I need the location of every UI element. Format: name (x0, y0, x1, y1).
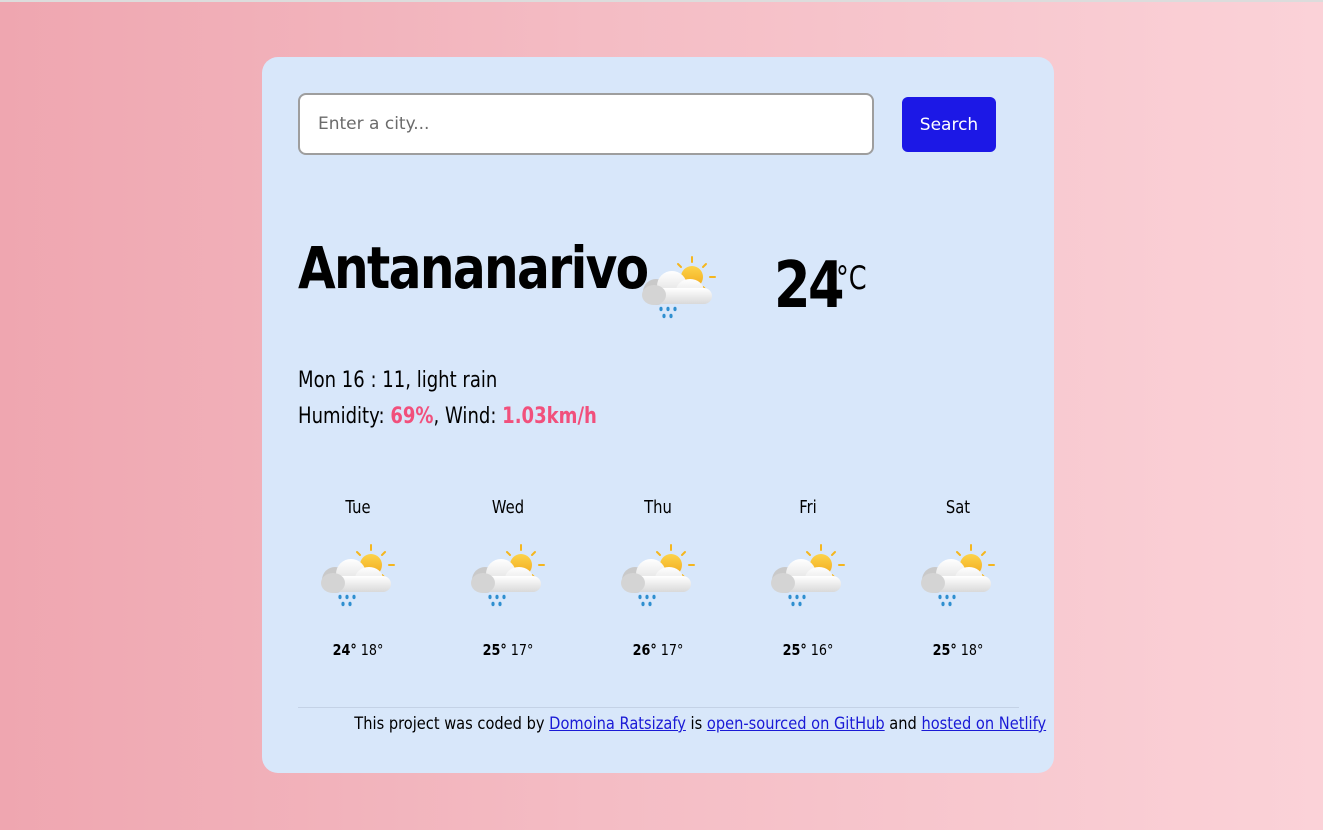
wind-value: 1.03km/h (502, 404, 597, 429)
forecast-temps: 25° 18° (907, 641, 1009, 659)
datetime-description: Mon 16 : 11, light rain (298, 368, 498, 393)
forecast-max: 26° (632, 641, 657, 659)
sun-cloud-rain-icon (769, 543, 847, 611)
forecast-day: Wed 25° 17° (448, 487, 568, 659)
current-temperature: 24 °C (774, 249, 867, 329)
humidity-label: Humidity: (298, 404, 385, 429)
city-name: Antananarivo (298, 234, 649, 302)
forecast-min: 18° (960, 641, 984, 659)
author-link[interactable]: Domoina Ratsizafy (549, 714, 686, 734)
weather-card: Search Antananarivo 24 °C Mon 16 : 11, l… (262, 57, 1054, 773)
footer-text-1: This project was coded by (354, 714, 545, 734)
search-form: Search (298, 93, 996, 155)
forecast-day: Sat 25° 18° (898, 487, 1018, 659)
forecast-temps: 26° 17° (607, 641, 709, 659)
github-link[interactable]: open-sourced on GitHub (707, 714, 885, 734)
forecast: Tue 24° 18° Wed 25° 17° Thu 26° 17° Fri … (298, 487, 1018, 677)
forecast-day: Thu 26° 17° (598, 487, 718, 659)
search-input[interactable] (298, 93, 874, 155)
forecast-day-name: Tue (345, 497, 371, 518)
forecast-day-name: Wed (491, 497, 525, 518)
temperature-value: 24 (774, 249, 845, 323)
forecast-max: 25° (782, 641, 807, 659)
forecast-temps: 25° 17° (457, 641, 559, 659)
footer-text: This project was coded by Domoina Ratsiz… (354, 710, 1046, 738)
forecast-max: 25° (932, 641, 957, 659)
forecast-max: 25° (482, 641, 507, 659)
netlify-link[interactable]: hosted on Netlify (921, 714, 1046, 734)
sun-cloud-rain-icon (319, 543, 397, 611)
forecast-day: Tue 24° 18° (298, 487, 418, 659)
datetime: Mon 16 : 11 (298, 368, 406, 393)
humidity-value: 69% (390, 404, 434, 429)
weather-details: Mon 16 : 11, light rain Humidity: 69%, W… (298, 363, 597, 435)
weather-description: light rain (416, 368, 498, 393)
forecast-min: 17° (510, 641, 534, 659)
forecast-max: 24° (332, 641, 357, 659)
sun-cloud-rain-icon (919, 543, 997, 611)
sun-cloud-rain-icon (640, 255, 718, 323)
forecast-min: 18° (360, 641, 384, 659)
forecast-day-name: Sat (945, 497, 971, 518)
forecast-temps: 24° 18° (307, 641, 409, 659)
sun-cloud-rain-icon (469, 543, 547, 611)
footer: This project was coded by Domoina Ratsiz… (298, 710, 1046, 738)
search-button[interactable]: Search (902, 97, 996, 152)
forecast-day: Fri 25° 16° (748, 487, 868, 659)
footer-divider (298, 707, 1019, 708)
footer-text-2: is (690, 714, 703, 734)
forecast-temps: 25° 16° (757, 641, 859, 659)
temperature-unit: °C (836, 259, 867, 297)
forecast-min: 17° (660, 641, 684, 659)
forecast-day-name: Fri (799, 497, 817, 518)
footer-text-3: and (889, 714, 917, 734)
forecast-min: 16° (810, 641, 834, 659)
wind-label: Wind: (444, 404, 497, 429)
humidity-wind: Humidity: 69%, Wind: 1.03km/h (298, 404, 597, 429)
sun-cloud-rain-icon (619, 543, 697, 611)
forecast-day-name: Thu (644, 497, 672, 518)
